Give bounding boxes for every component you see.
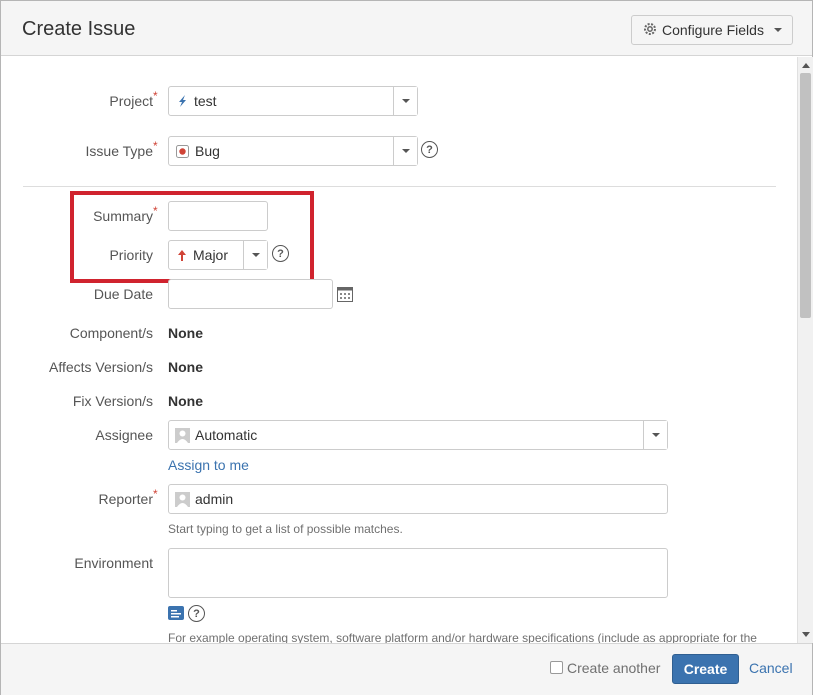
reporter-label: Reporter <box>98 491 153 507</box>
fix-versions-value: None <box>168 393 203 409</box>
required-marker: * <box>153 89 158 103</box>
user-avatar-icon <box>175 427 190 443</box>
environment-label: Environment <box>74 555 153 571</box>
user-avatar-icon <box>175 491 190 507</box>
scrollbar-thumb[interactable] <box>800 73 811 318</box>
issue-type-dropdown-toggle[interactable] <box>393 137 417 165</box>
highlight-box <box>70 191 314 283</box>
assignee-label: Assignee <box>95 427 153 443</box>
vertical-scrollbar[interactable] <box>797 57 813 643</box>
calendar-icon[interactable] <box>337 286 353 302</box>
fix-versions-label: Fix Version/s <box>72 393 153 409</box>
components-value: None <box>168 325 203 341</box>
assignee-select[interactable]: Automatic <box>168 420 668 450</box>
chevron-down-icon <box>401 99 410 103</box>
configure-fields-label: Configure Fields <box>662 22 764 38</box>
issue-type-label: Issue Type <box>85 143 153 159</box>
create-button[interactable]: Create <box>672 654 739 684</box>
project-label: Project <box>109 93 153 109</box>
scroll-down-icon[interactable] <box>802 632 810 637</box>
chevron-down-icon <box>401 149 410 153</box>
due-date-input[interactable] <box>168 279 333 309</box>
required-marker: * <box>153 139 158 153</box>
chevron-down-icon <box>773 28 782 32</box>
required-marker: * <box>153 487 158 501</box>
project-select[interactable]: test <box>168 86 418 116</box>
dialog-footer: Create another Create Cancel <box>1 643 812 695</box>
issue-type-select[interactable]: Bug <box>168 136 418 166</box>
environment-textarea[interactable] <box>168 548 668 598</box>
project-avatar-icon <box>176 94 188 108</box>
configure-fields-button[interactable]: Configure Fields <box>631 15 793 45</box>
reporter-hint: Start typing to get a list of possible m… <box>168 522 403 536</box>
create-issue-dialog: Create Issue Configure Fields Project * … <box>0 0 813 695</box>
section-divider <box>23 186 776 187</box>
project-value: test <box>194 93 217 109</box>
affects-versions-value: None <box>168 359 203 375</box>
affects-versions-label: Affects Version/s <box>48 359 153 375</box>
dialog-title: Create Issue <box>22 18 136 40</box>
help-icon[interactable]: ? <box>188 605 205 622</box>
assignee-value: Automatic <box>195 427 258 443</box>
reporter-input[interactable]: admin <box>168 484 668 514</box>
wiki-style-icon[interactable] <box>168 606 184 620</box>
assignee-dropdown-toggle[interactable] <box>643 421 667 449</box>
issue-type-value: Bug <box>195 143 220 159</box>
project-dropdown-toggle[interactable] <box>393 87 417 115</box>
due-date-label: Due Date <box>93 286 153 302</box>
dialog-body: Project * test Issue Type * Bug ? Summar… <box>1 57 797 643</box>
environment-hint: For example operating system, software p… <box>168 631 757 643</box>
components-label: Component/s <box>69 325 153 341</box>
cancel-link[interactable]: Cancel <box>749 660 793 676</box>
chevron-down-icon <box>651 433 660 437</box>
bug-icon <box>176 144 189 158</box>
scroll-up-icon[interactable] <box>802 63 810 68</box>
assign-to-me-link[interactable]: Assign to me <box>168 457 249 473</box>
reporter-value: admin <box>195 491 234 507</box>
create-another-checkbox[interactable] <box>550 661 563 674</box>
create-another-label[interactable]: Create another <box>567 660 660 676</box>
gear-icon <box>642 21 658 40</box>
help-icon[interactable]: ? <box>421 141 438 158</box>
dialog-header: Create Issue Configure Fields <box>1 1 812 56</box>
